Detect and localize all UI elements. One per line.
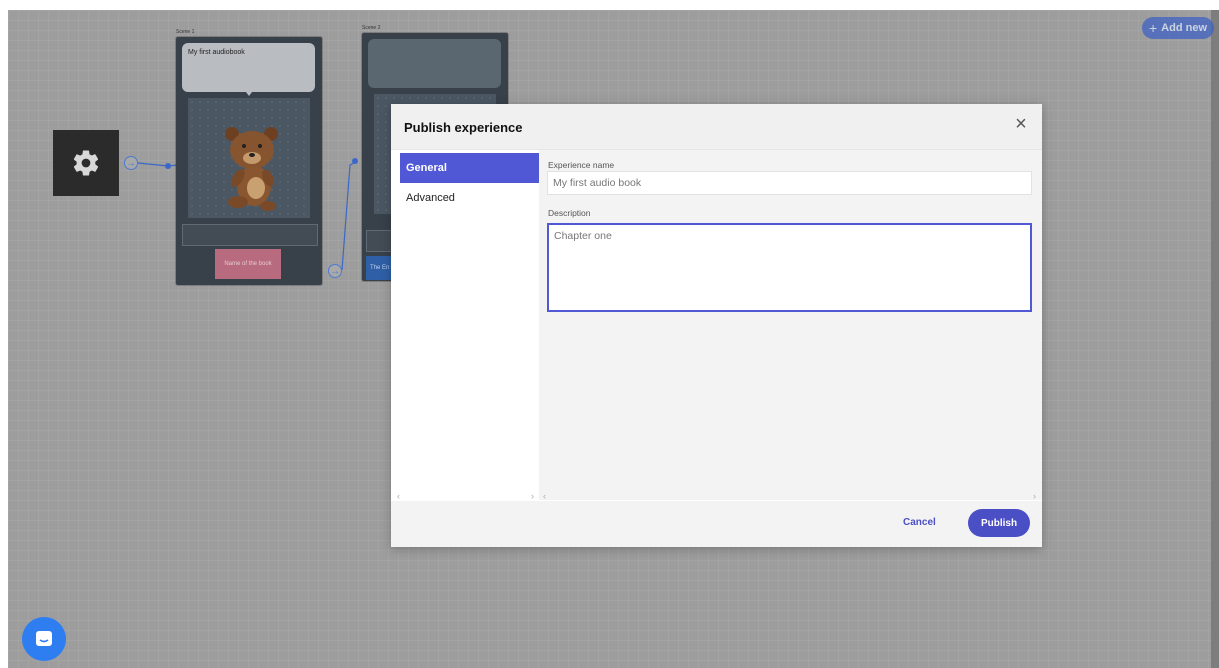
dialog-header: Publish experience × (391, 104, 1042, 150)
scene-choice-label: The En (370, 265, 390, 271)
scene-text-box (182, 224, 318, 246)
close-icon[interactable]: × (1011, 114, 1031, 134)
dialog-title: Publish experience (404, 120, 523, 135)
publish-dialog: Publish experience × General Advanced Ex… (391, 104, 1042, 547)
chat-launcher-button[interactable] (22, 617, 66, 661)
description-label: Description (548, 208, 591, 218)
publish-button[interactable]: Publish (968, 509, 1030, 537)
speech-bubble: My first audiobook (182, 43, 315, 92)
nav-scroll-left-icon[interactable]: ‹ (397, 491, 400, 501)
input-dot[interactable] (165, 163, 171, 169)
input-dot[interactable] (352, 158, 358, 164)
teddy-bear-image (225, 127, 278, 211)
output-port-icon[interactable]: → (328, 264, 342, 278)
bubble-tail (246, 92, 252, 96)
tab-general[interactable]: General (400, 153, 539, 183)
content-scroll-right-icon[interactable]: › (1033, 491, 1036, 501)
scene-image (188, 98, 310, 218)
scene-choice-label: Name of the book (224, 261, 272, 267)
output-port-icon[interactable]: → (124, 156, 138, 170)
tab-general-label: General (406, 162, 447, 174)
experience-name-label: Experience name (548, 160, 615, 170)
cancel-button[interactable]: Cancel (903, 517, 936, 528)
speech-bubble (368, 39, 501, 88)
experience-name-input[interactable] (547, 171, 1032, 195)
tab-advanced-label: Advanced (406, 192, 455, 204)
description-textarea[interactable]: Chapter one (547, 223, 1032, 312)
bubble-text: My first audiobook (188, 49, 245, 56)
tab-advanced[interactable]: Advanced (400, 183, 539, 213)
content-scroll-left-icon[interactable]: ‹ (543, 491, 546, 501)
scene-label: Scene 1 (176, 29, 195, 35)
scene-choice-button[interactable]: Name of the book (215, 249, 281, 279)
scene-label: Scene 2 (362, 25, 381, 31)
dialog-footer: Cancel Publish (391, 501, 1042, 547)
dialog-content: Experience name Description Chapter one (539, 150, 1042, 500)
scene-card[interactable]: My first audiobook Name of the book (176, 37, 322, 285)
nav-scroll-right-icon[interactable]: › (531, 491, 534, 501)
dialog-nav: General Advanced (391, 150, 539, 500)
chat-icon (36, 631, 52, 646)
